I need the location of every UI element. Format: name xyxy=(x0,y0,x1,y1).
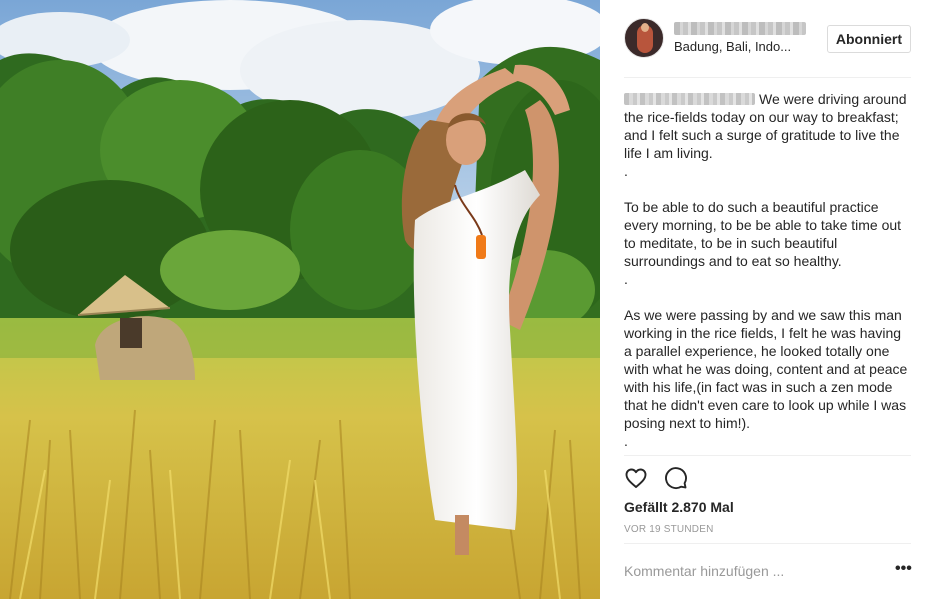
follow-button[interactable]: Abonniert xyxy=(826,25,911,53)
speech-bubble-icon[interactable] xyxy=(664,466,688,490)
divider xyxy=(624,543,911,544)
caption: We were driving around the rice-fields t… xyxy=(624,90,911,450)
caption-username-blurred[interactable] xyxy=(624,93,755,105)
username-blurred[interactable] xyxy=(674,22,806,35)
post-details-panel: Badung, Bali, Indo... Abonniert We were … xyxy=(600,0,935,599)
rice-field-yoga-image xyxy=(0,0,600,599)
post-photo[interactable] xyxy=(0,0,600,599)
caption-paragraph: To be able to do such a beautiful practi… xyxy=(624,199,902,269)
caption-dot: . xyxy=(624,433,628,449)
caption-paragraph: As we were passing by and we saw this ma… xyxy=(624,307,908,431)
like-count[interactable]: Gefällt 2.870 Mal xyxy=(624,499,734,515)
comment-input[interactable] xyxy=(624,560,874,582)
heart-outline-icon[interactable] xyxy=(624,466,648,490)
timestamp[interactable]: VOR 19 STUNDEN xyxy=(624,524,714,535)
caption-paragraph: We were driving around the rice-fields t… xyxy=(624,91,907,161)
divider xyxy=(624,455,911,456)
divider xyxy=(624,77,911,78)
avatar[interactable] xyxy=(624,18,664,58)
ellipsis-icon[interactable]: ••• xyxy=(895,561,912,580)
caption-dot: . xyxy=(624,271,628,287)
caption-dot: . xyxy=(624,163,628,179)
post-header: Badung, Bali, Indo... Abonniert xyxy=(624,18,911,60)
location-link[interactable]: Badung, Bali, Indo... xyxy=(674,39,791,54)
